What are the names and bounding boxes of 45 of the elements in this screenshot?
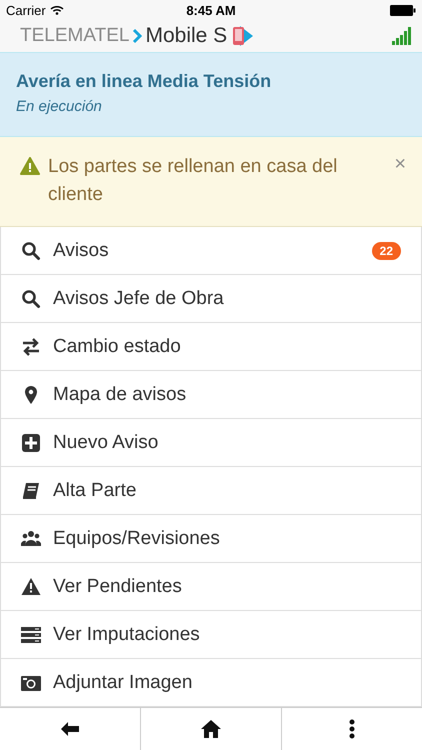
count-badge: 22 (372, 242, 401, 260)
menu-item[interactable]: Avisos 22 (0, 227, 422, 275)
phone-logo-icon (230, 24, 254, 48)
book-icon (21, 480, 41, 500)
menu-item[interactable]: Alta Parte (0, 467, 422, 515)
back-arrow-icon (60, 721, 80, 737)
menu-item[interactable]: Avisos Jefe de Obra (0, 275, 422, 323)
menu-label: Avisos Jefe de Obra (53, 288, 225, 310)
plus-square-icon (21, 432, 41, 452)
warning-icon (21, 576, 41, 596)
carrier-label: Carrier (6, 2, 46, 18)
chevron-icon (132, 28, 142, 44)
menu-label: Nuevo Aviso (53, 432, 160, 454)
search-icon (21, 288, 41, 308)
clock-time: 8:45 AM (186, 2, 236, 18)
menu-item[interactable]: Nuevo Aviso (0, 419, 422, 467)
menu-item[interactable]: Equipos/Revisiones (0, 515, 422, 563)
job-status: En ejecución (16, 98, 103, 115)
job-title: Avería en linea Media Tensión (16, 71, 272, 92)
brand-name: TELEMATEL (20, 24, 130, 46)
menu-item[interactable]: Ver Pendientes (0, 563, 422, 611)
menu-label: Equipos/Revisiones (53, 528, 221, 550)
menu-label: Avisos (53, 240, 110, 262)
users-icon (21, 528, 41, 548)
more-icon (349, 719, 355, 739)
search-icon (21, 240, 41, 260)
menu-label: Ver Pendientes (53, 576, 183, 598)
battery-icon (390, 4, 416, 16)
menu-label: Adjuntar Imagen (53, 672, 194, 694)
menu-item[interactable]: Cambio estado (0, 323, 422, 371)
alert-message: Los partes se rellenan en casa del cliente (48, 155, 338, 207)
swap-arrows-icon (21, 336, 41, 356)
menu-item[interactable]: Adjuntar Imagen (0, 659, 422, 707)
signal-icon (392, 26, 412, 44)
menu-label: Mapa de avisos (53, 384, 188, 406)
menu-label: Ver Imputaciones (53, 624, 201, 646)
menu-label: Alta Parte (53, 480, 138, 502)
product-name: Mobile S (145, 24, 228, 48)
warning-icon (20, 157, 40, 175)
wifi-icon (50, 5, 64, 15)
menu-item[interactable]: Ver Imputaciones (0, 611, 422, 659)
server-icon (21, 624, 41, 644)
menu-item[interactable]: Mapa de avisos (0, 371, 422, 419)
menu-label: Cambio estado (53, 336, 182, 358)
home-icon (200, 719, 222, 739)
